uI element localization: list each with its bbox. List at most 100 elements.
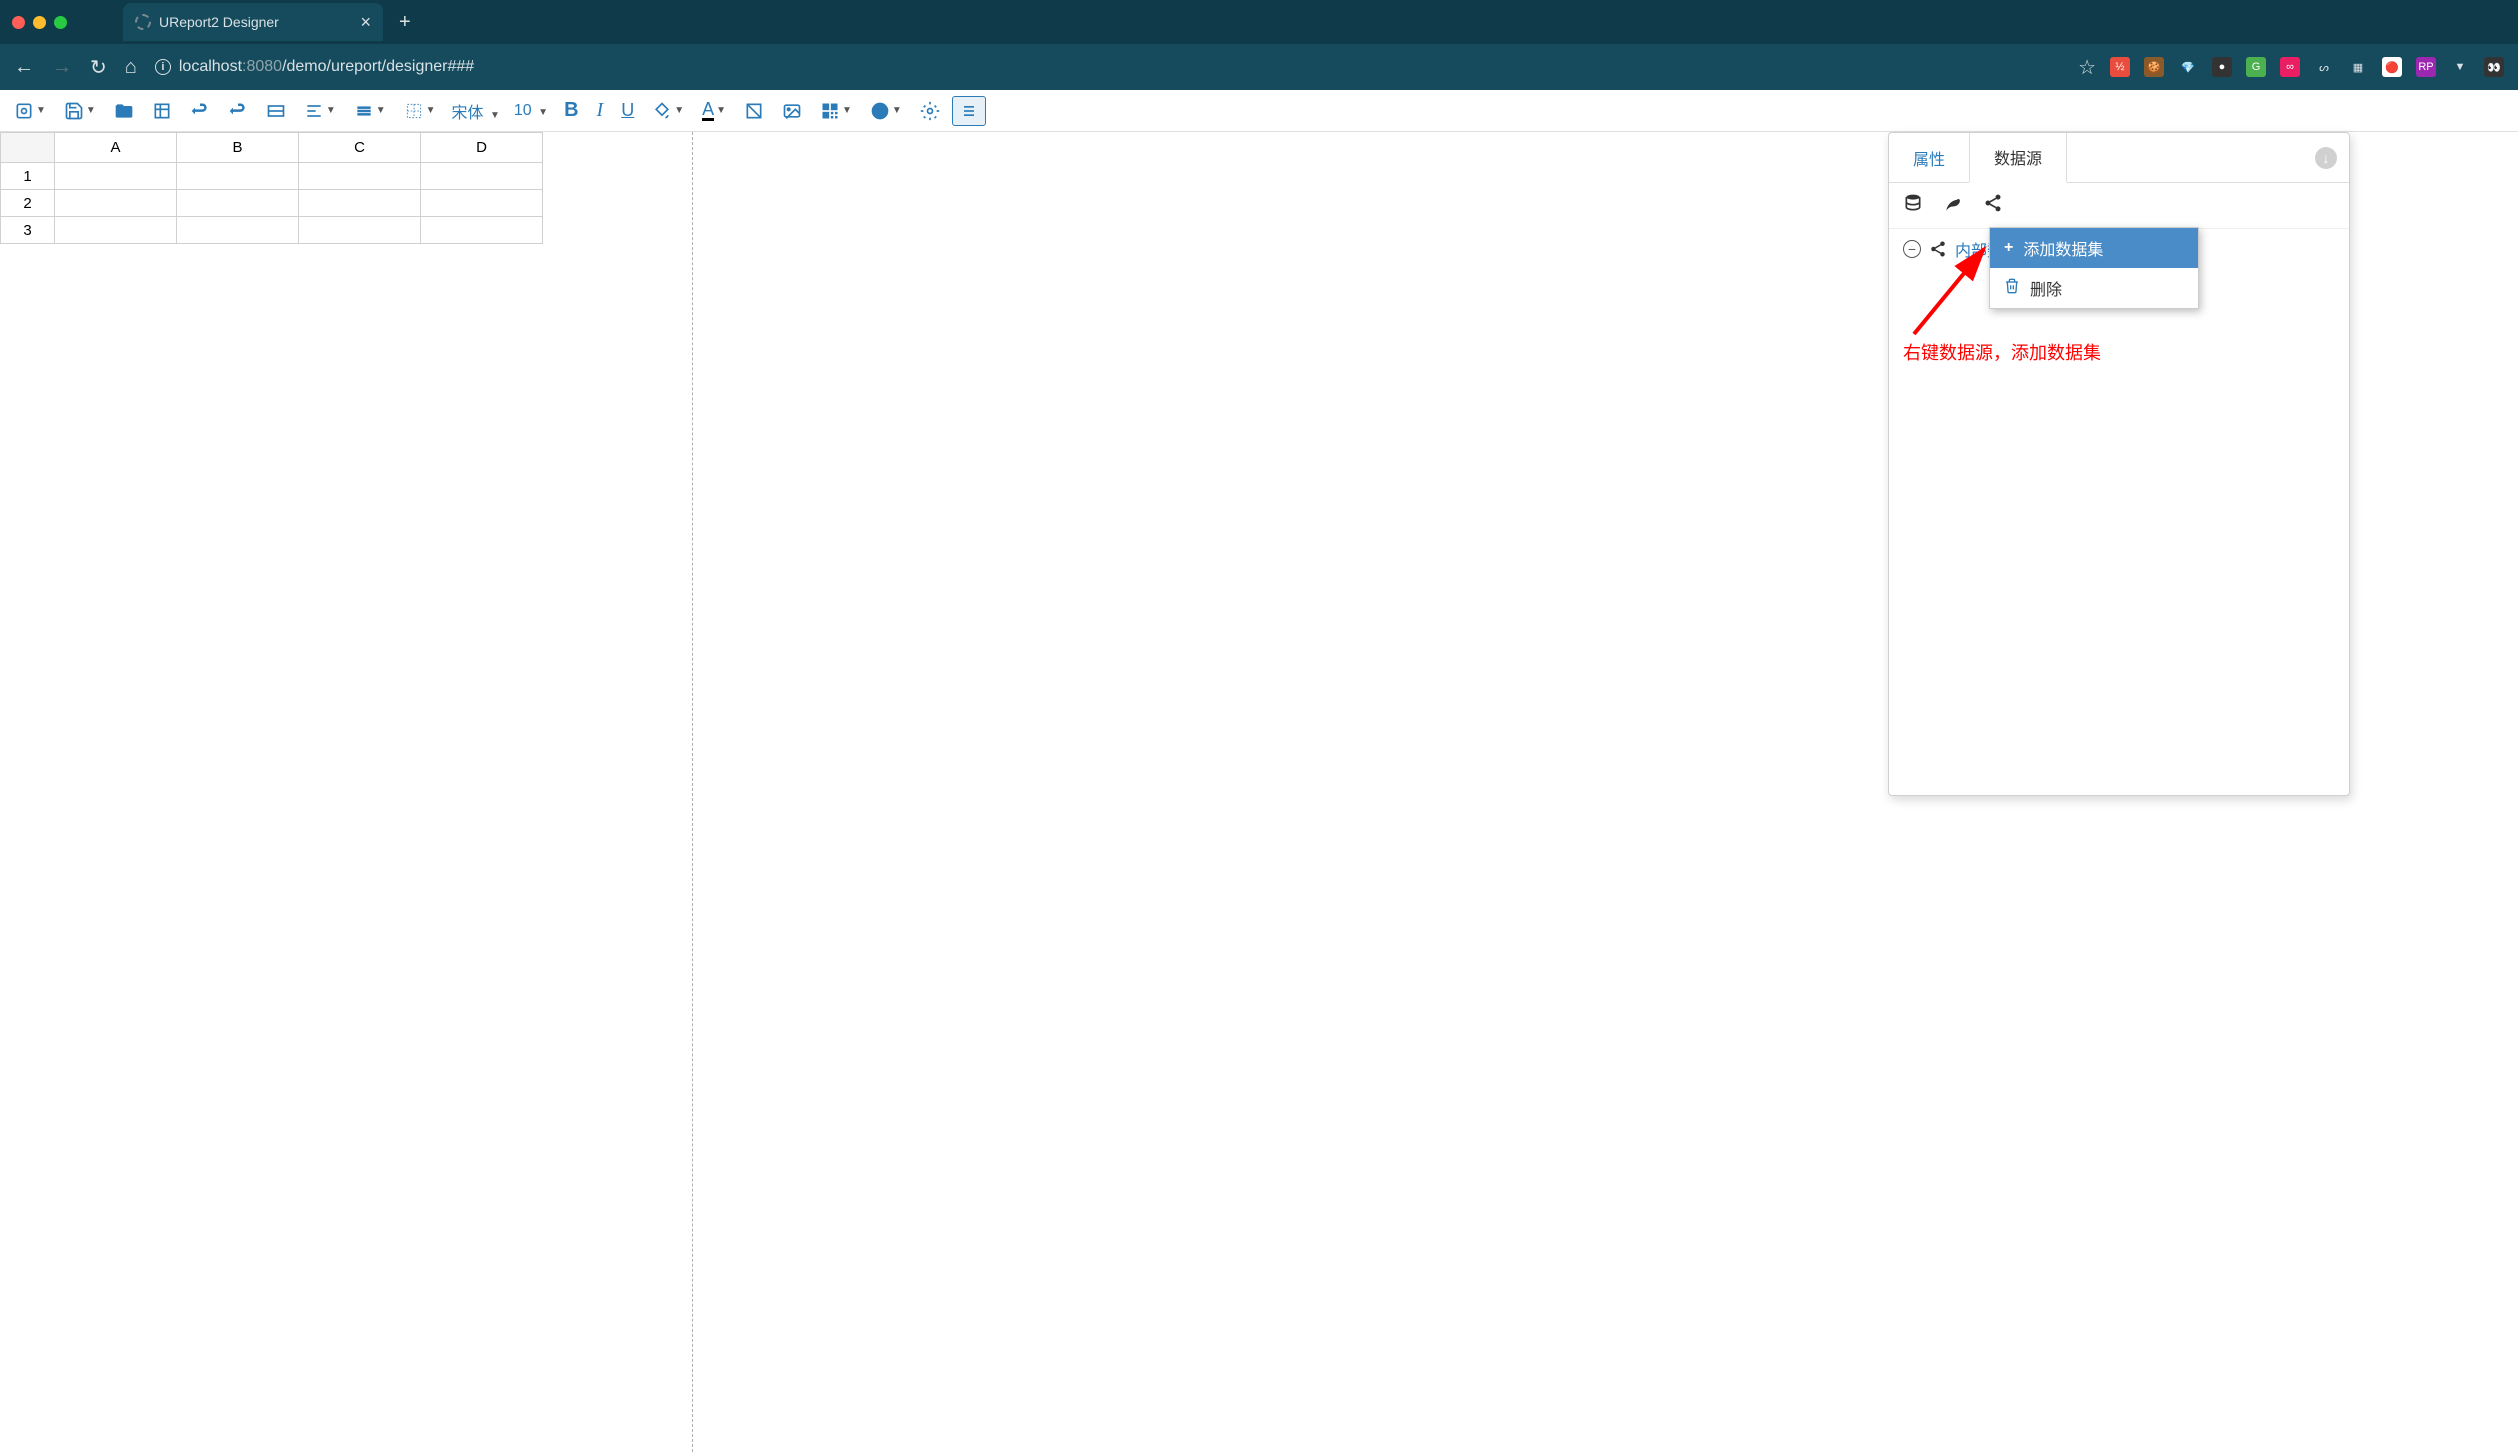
spreadsheet-grid[interactable]: A B C D 123 [0, 132, 543, 244]
annotation-text: 右键数据源，添加数据集 [1903, 339, 2101, 365]
trash-icon [2004, 278, 2020, 299]
row-header-2[interactable]: 2 [1, 190, 55, 217]
context-add-dataset[interactable]: + 添加数据集 [1990, 228, 2198, 268]
table-config-button[interactable] [146, 97, 178, 125]
cell-D1[interactable] [421, 163, 543, 190]
undo-button[interactable] [222, 97, 254, 125]
main-area: A B C D 123 属性 数据源 ↓ [0, 132, 2518, 1452]
redo-button[interactable] [184, 97, 216, 125]
extension-icon-9[interactable]: RP [2416, 57, 2436, 77]
cell-D3[interactable] [421, 217, 543, 244]
tab-datasource[interactable]: 数据源 [1969, 133, 2067, 183]
close-window-button[interactable] [12, 16, 25, 29]
panel-content: − 内部数据源 + 添加数据集 删除 [1889, 229, 2349, 269]
align-button[interactable]: ▼ [298, 97, 342, 125]
tab-properties[interactable]: 属性 [1889, 134, 1969, 182]
new-tab-button[interactable]: + [399, 11, 411, 34]
datasource-panel: 属性 数据源 ↓ − 内部数据源 + [1888, 132, 2350, 796]
crosstab-button[interactable] [738, 97, 770, 125]
browser-chrome: UReport2 Designer × + ← → ↻ ⌂ i localhos… [0, 0, 2518, 90]
tab-close-icon[interactable]: × [360, 12, 371, 33]
save-button[interactable]: ▼ [58, 97, 102, 125]
select-all-corner[interactable] [1, 133, 55, 163]
merge-cells-button[interactable] [260, 97, 292, 125]
cell-B3[interactable] [177, 217, 299, 244]
valign-button[interactable]: ▼ [348, 97, 392, 125]
browser-actions: ☆ ½ 🍪 💎 ● G ∞ ᔕ ▦ 🔴 RP ▼ 👀 [2078, 55, 2504, 80]
plus-icon: + [2004, 239, 2013, 257]
context-delete[interactable]: 删除 [1990, 268, 2198, 308]
home-button[interactable]: ⌂ [125, 56, 137, 79]
leaf-icon[interactable] [1943, 193, 1963, 218]
extension-icon-6[interactable]: ᔕ [2314, 57, 2334, 77]
col-header-b[interactable]: B [177, 133, 299, 163]
extension-icon-1[interactable]: 🍪 [2144, 57, 2164, 77]
cell-C3[interactable] [299, 217, 421, 244]
open-button[interactable] [108, 97, 140, 125]
extension-icon-5[interactable]: ∞ [2280, 57, 2300, 77]
url-host: localhost [179, 58, 242, 75]
cell-C1[interactable] [299, 163, 421, 190]
nav-bar: ← → ↻ ⌂ i localhost:8080/demo/ureport/de… [0, 44, 2518, 90]
cell-A1[interactable] [55, 163, 177, 190]
chart-button[interactable]: ▼ [864, 97, 908, 125]
extension-icon-8[interactable]: 🔴 [2382, 57, 2402, 77]
extension-icon-2[interactable]: 💎 [2178, 57, 2198, 77]
bgcolor-button[interactable]: ▼ [646, 97, 690, 125]
fontcolor-button[interactable]: A ▼ [696, 96, 732, 125]
qrcode-button[interactable]: ▼ [814, 97, 858, 125]
extension-icon-10[interactable]: ▼ [2450, 57, 2470, 77]
underline-button[interactable]: U [615, 96, 640, 125]
database-icon[interactable] [1903, 193, 1923, 218]
extension-icon-0[interactable]: ½ [2110, 57, 2130, 77]
minimize-window-button[interactable] [33, 16, 46, 29]
bookmark-icon[interactable]: ☆ [2078, 55, 2096, 80]
url-path: /demo/ureport/designer### [282, 58, 474, 75]
url-bar[interactable]: i localhost:8080/demo/ureport/designer##… [155, 58, 2060, 76]
row-header-3[interactable]: 3 [1, 217, 55, 244]
context-menu: + 添加数据集 删除 [1989, 227, 2199, 309]
panel-collapse-button[interactable]: ↓ [2315, 147, 2337, 169]
maximize-window-button[interactable] [54, 16, 67, 29]
cell-B2[interactable] [177, 190, 299, 217]
extension-icon-7[interactable]: ▦ [2348, 57, 2368, 77]
share-icon[interactable] [1983, 193, 2003, 218]
app-toolbar: ▼ ▼ ▼ ▼ ▼ 宋体 ▼ 10 ▼ B I U ▼ A [0, 90, 2518, 132]
panel-toggle-button[interactable] [952, 96, 986, 126]
extension-icon-3[interactable]: ● [2212, 57, 2232, 77]
bold-button[interactable]: B [558, 95, 584, 126]
url-port: :8080 [242, 58, 282, 75]
font-size-selector[interactable]: 10 ▼ [510, 102, 552, 120]
extension-icon-11[interactable]: 👀 [2484, 57, 2504, 77]
col-header-d[interactable]: D [421, 133, 543, 163]
tab-title: UReport2 Designer [159, 14, 279, 30]
italic-button[interactable]: I [591, 95, 610, 126]
share-node-icon [1929, 240, 1947, 258]
panel-tabs: 属性 数据源 ↓ [1889, 133, 2349, 183]
cell-B1[interactable] [177, 163, 299, 190]
cell-A2[interactable] [55, 190, 177, 217]
tree-collapse-icon[interactable]: − [1903, 240, 1921, 258]
back-button[interactable]: ← [14, 56, 34, 79]
panel-toolbar [1889, 183, 2349, 229]
settings-button[interactable] [914, 97, 946, 125]
cell-D2[interactable] [421, 190, 543, 217]
page-divider [692, 132, 693, 1452]
traffic-lights [12, 16, 67, 29]
cell-A3[interactable] [55, 217, 177, 244]
tab-favicon-icon [135, 14, 151, 30]
col-header-c[interactable]: C [299, 133, 421, 163]
font-name-selector[interactable]: 宋体 ▼ [448, 99, 504, 123]
extension-icon-4[interactable]: G [2246, 57, 2266, 77]
row-header-1[interactable]: 1 [1, 163, 55, 190]
preview-button[interactable]: ▼ [8, 97, 52, 125]
forward-button[interactable]: → [52, 56, 72, 79]
reload-button[interactable]: ↻ [90, 55, 107, 80]
url-info-icon[interactable]: i [155, 59, 171, 75]
tab-bar: UReport2 Designer × + [0, 0, 2518, 44]
border-button[interactable]: ▼ [398, 97, 442, 125]
cell-C2[interactable] [299, 190, 421, 217]
image-button[interactable] [776, 97, 808, 125]
col-header-a[interactable]: A [55, 133, 177, 163]
browser-tab[interactable]: UReport2 Designer × [123, 3, 383, 41]
